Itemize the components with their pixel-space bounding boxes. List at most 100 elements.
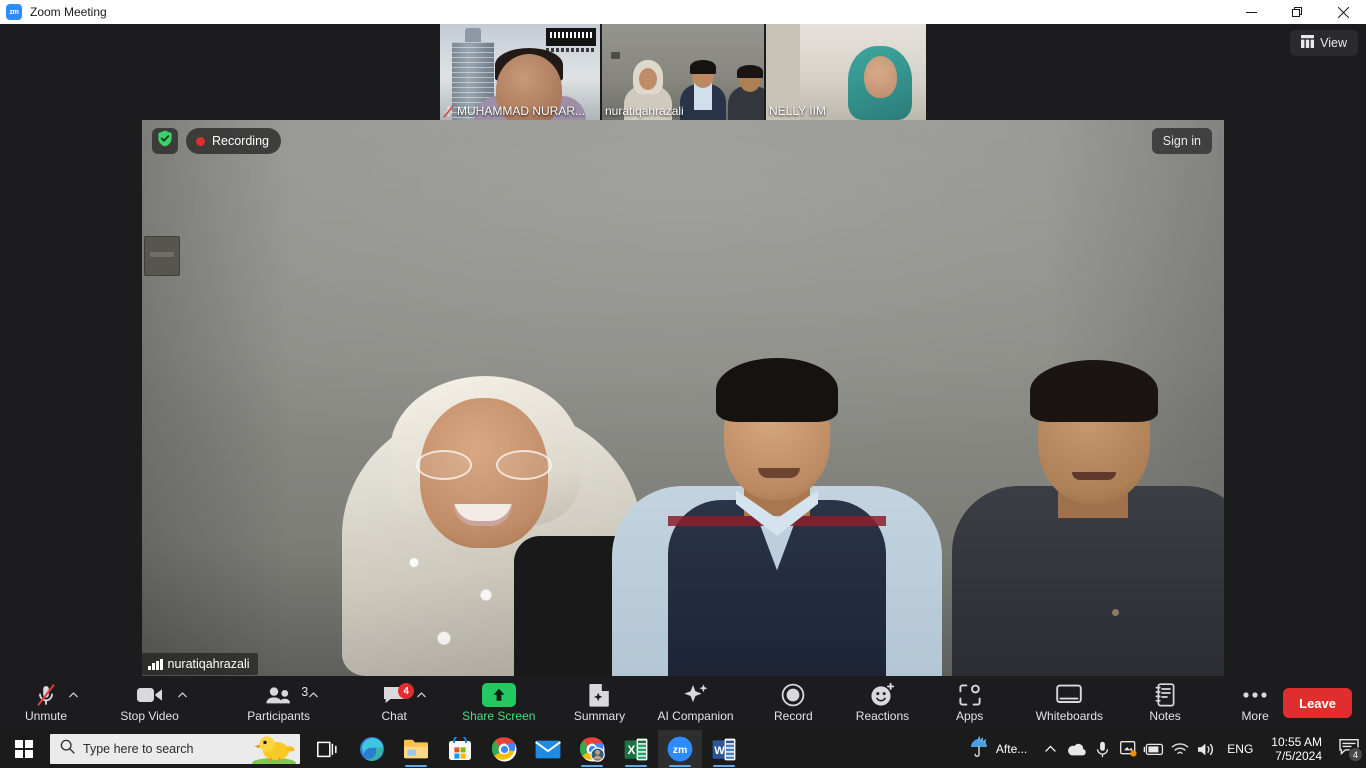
- video-camera-icon: [136, 683, 163, 707]
- thumbnail-nelly[interactable]: NELLY IIM: [766, 24, 926, 120]
- minimize-button[interactable]: [1228, 0, 1274, 24]
- onedrive-icon[interactable]: [1063, 730, 1089, 768]
- encryption-status-button[interactable]: [152, 128, 178, 154]
- unmute-button[interactable]: Unmute: [18, 676, 78, 730]
- weather-widget[interactable]: Afte...: [958, 730, 1037, 768]
- reactions-button[interactable]: Reactions: [851, 676, 913, 730]
- view-button[interactable]: View: [1290, 30, 1358, 56]
- notification-count: 4: [1348, 747, 1363, 762]
- wifi-icon[interactable]: [1167, 730, 1193, 768]
- unmute-label: Unmute: [24, 709, 68, 723]
- video-person-left: [342, 376, 642, 676]
- more-dots-icon: [1243, 683, 1267, 707]
- shield-check-icon: [157, 130, 173, 152]
- summary-button[interactable]: Summary: [569, 676, 629, 730]
- windows-taskbar: Type here to search X zm W Afte... ENG 1…: [0, 730, 1366, 768]
- thumbnail-name-nelly: NELLY IIM: [766, 103, 830, 120]
- taskbar-app-excel[interactable]: X: [614, 730, 658, 768]
- signal-strength-icon: [148, 658, 163, 670]
- volume-icon[interactable]: [1193, 730, 1219, 768]
- apps-icon: [959, 683, 981, 707]
- window-title-bar: zm Zoom Meeting: [0, 0, 1366, 24]
- record-button[interactable]: Record: [765, 676, 821, 730]
- mic-muted-icon: [35, 683, 57, 707]
- sign-in-button[interactable]: Sign in: [1151, 128, 1212, 154]
- active-speaker-name: nuratiqahrazali: [167, 657, 250, 671]
- thumbnail-nuratiqahrazali[interactable]: nuratiqahrazali: [602, 24, 764, 120]
- chat-button[interactable]: 4 Chat: [366, 676, 426, 730]
- meeting-status-badges: Recording: [152, 128, 281, 154]
- search-placeholder: Type here to search: [83, 742, 194, 756]
- participants-button[interactable]: 3 Participants: [243, 676, 318, 730]
- taskbar-app-word[interactable]: W: [702, 730, 746, 768]
- rain-umbrella-icon: [968, 736, 990, 763]
- whiteboard-icon: [1056, 683, 1083, 707]
- language-indicator[interactable]: ENG: [1219, 742, 1261, 756]
- taskbar-app-mail[interactable]: [526, 730, 570, 768]
- person-glasses: [416, 450, 552, 480]
- person-shirt-button: [1112, 609, 1119, 616]
- audio-options-caret-icon[interactable]: [66, 688, 80, 702]
- thumbnail-person-face: [864, 56, 897, 98]
- chat-options-caret-icon[interactable]: [414, 688, 428, 702]
- apps-button[interactable]: Apps: [942, 676, 998, 730]
- recording-label: Recording: [212, 134, 269, 148]
- background-wall-switch: [611, 52, 620, 59]
- video-options-caret-icon[interactable]: [175, 688, 189, 702]
- zoom-meeting-window: View MUHAMMAD NURAR... nuratiqahrazali N…: [0, 24, 1366, 730]
- thumbnail-name-muhammad: MUHAMMAD NURAR...: [440, 103, 589, 120]
- ai-companion-button[interactable]: AI Companion: [654, 676, 738, 730]
- display-settings-icon[interactable]: [1115, 730, 1141, 768]
- stop-video-button[interactable]: Stop Video: [116, 676, 187, 730]
- restore-button[interactable]: [1274, 0, 1320, 24]
- taskbar-app-file-explorer[interactable]: [394, 730, 438, 768]
- duck-illustration-icon: [252, 734, 296, 764]
- chat-label: Chat: [381, 709, 407, 723]
- main-video-stage[interactable]: [142, 120, 1224, 676]
- mic-muted-icon: [443, 104, 454, 118]
- task-view-button[interactable]: [306, 730, 350, 768]
- window-title: Zoom Meeting: [30, 5, 107, 19]
- battery-icon[interactable]: [1141, 730, 1167, 768]
- show-hidden-icons-button[interactable]: [1037, 730, 1063, 768]
- more-button[interactable]: More: [1227, 676, 1283, 730]
- chat-unread-badge: 4: [398, 683, 415, 699]
- taskbar-app-microsoft-store[interactable]: [438, 730, 482, 768]
- svg-text:W: W: [714, 745, 725, 757]
- recording-dot-icon: [196, 136, 205, 146]
- whiteboards-label: Whiteboards: [1035, 709, 1104, 723]
- apps-label: Apps: [955, 709, 984, 723]
- leave-meeting-button[interactable]: Leave: [1283, 688, 1352, 718]
- close-button[interactable]: [1320, 0, 1366, 24]
- taskbar-app-zoom[interactable]: zm: [658, 730, 702, 768]
- summary-doc-icon: [589, 683, 610, 707]
- share-screen-button[interactable]: Share Screen: [458, 676, 539, 730]
- taskbar-app-edge[interactable]: [350, 730, 394, 768]
- thumbnail-label: nuratiqahrazali: [605, 104, 684, 118]
- taskbar-app-chrome-profile[interactable]: [570, 730, 614, 768]
- participants-label: Participants: [247, 709, 310, 723]
- thumbnail-person-right: [728, 58, 764, 120]
- taskbar-app-chrome[interactable]: [482, 730, 526, 768]
- clock-time: 10:55 AM: [1271, 735, 1322, 749]
- microphone-icon[interactable]: [1089, 730, 1115, 768]
- taskbar-search-input[interactable]: Type here to search: [50, 734, 300, 764]
- record-circle-icon: [781, 683, 805, 707]
- clock-widget[interactable]: 10:55 AM 7/5/2024: [1261, 730, 1332, 768]
- clock-date: 7/5/2024: [1275, 749, 1322, 763]
- thumbnail-label: MUHAMMAD NURAR...: [457, 104, 585, 118]
- window-controls: [1228, 0, 1366, 24]
- participants-options-caret-icon[interactable]: [306, 688, 320, 702]
- notification-center-button[interactable]: 4: [1332, 730, 1366, 768]
- recording-indicator[interactable]: Recording: [186, 128, 281, 154]
- person-hair: [1030, 360, 1158, 422]
- person-mouth: [758, 468, 800, 478]
- whiteboards-button[interactable]: Whiteboards: [1032, 676, 1107, 730]
- svg-text:zm: zm: [673, 744, 688, 756]
- system-tray: Afte... ENG 10:55 AM 7/5/2024 4: [958, 730, 1366, 768]
- record-label: Record: [774, 709, 813, 723]
- notes-button[interactable]: Notes: [1137, 676, 1193, 730]
- thumbnail-muhammad[interactable]: MUHAMMAD NURAR...: [440, 24, 600, 120]
- start-button[interactable]: [0, 730, 48, 768]
- video-person-right: [952, 346, 1224, 676]
